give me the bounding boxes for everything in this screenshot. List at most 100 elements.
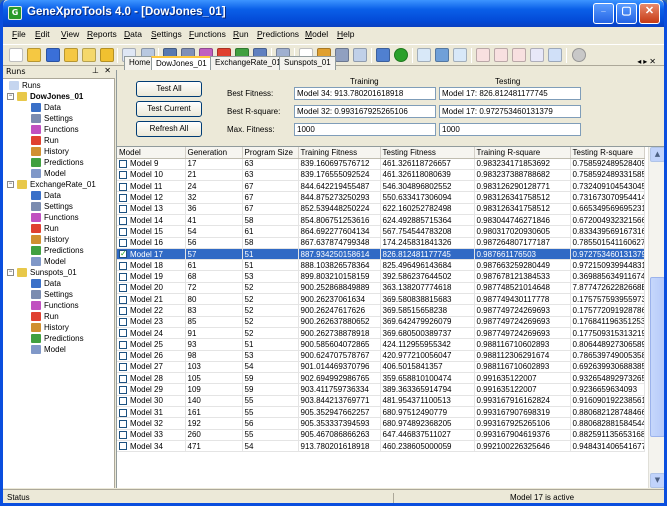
menu-file[interactable]: File bbox=[12, 29, 26, 39]
model-cell[interactable]: Model 12 bbox=[117, 191, 186, 204]
model-checkbox[interactable] bbox=[119, 239, 127, 248]
model-cell[interactable]: Model 15 bbox=[117, 225, 186, 238]
tree-item-run[interactable]: Run bbox=[31, 223, 59, 234]
table-row[interactable]: Model 25 93 51 900.585604072865 424.11295595… bbox=[117, 338, 645, 351]
menu-model[interactable]: Model bbox=[305, 29, 328, 39]
tree-root-runs[interactable]: Runs bbox=[9, 80, 41, 91]
tree-item-data[interactable]: Data bbox=[31, 190, 61, 201]
table-row[interactable]: Model 18 61 51 888.103826578364 825.49649614… bbox=[117, 259, 645, 272]
column-header[interactable]: Testing Fitness bbox=[380, 147, 475, 159]
tree-item-settings[interactable]: Settings bbox=[31, 289, 73, 300]
scroll-up-icon[interactable]: ▲ bbox=[650, 147, 664, 162]
model-cell[interactable]: Model 14 bbox=[117, 214, 186, 227]
tree-item-data[interactable]: Data bbox=[31, 278, 61, 289]
model-checkbox[interactable] bbox=[119, 295, 127, 304]
tree-item-settings[interactable]: Settings bbox=[31, 113, 73, 124]
test-all-button[interactable]: Test All bbox=[136, 81, 202, 97]
new-file-icon[interactable] bbox=[9, 48, 23, 62]
tree-item-functions[interactable]: Functions bbox=[31, 300, 79, 311]
tree-project[interactable]: DowJones_01 bbox=[17, 91, 83, 102]
table-row[interactable]: Model 20 72 52 900.252868849889 363.13820777… bbox=[117, 282, 645, 295]
model-cell[interactable]: Model 23 bbox=[117, 316, 186, 328]
table-row[interactable]: Model 22 83 52 900.26247617626 369.585156582… bbox=[117, 304, 645, 317]
menu-settings[interactable]: Settings bbox=[151, 29, 182, 39]
table-row[interactable]: Model 26 98 53 900.624707578767 420.97721005… bbox=[117, 350, 645, 362]
model-checkbox[interactable] bbox=[119, 216, 127, 225]
model-cell[interactable]: Model 16 bbox=[117, 237, 186, 249]
table-row[interactable]: Model 21 80 52 900.26237061634 369.580838815… bbox=[117, 293, 645, 306]
model-checkbox[interactable] bbox=[119, 205, 127, 214]
model-checkbox[interactable] bbox=[119, 442, 127, 451]
tree-item-history[interactable]: History bbox=[31, 234, 69, 245]
table-row[interactable]: Model 31 161 55 905.352947662257 680.9751249… bbox=[117, 406, 645, 419]
model-checkbox[interactable] bbox=[119, 397, 127, 406]
model-checkbox[interactable] bbox=[119, 227, 127, 236]
model-checkbox[interactable] bbox=[119, 261, 127, 270]
tree-collapse-icon[interactable]: − bbox=[7, 93, 14, 100]
menu-functions[interactable]: Functions bbox=[189, 29, 226, 39]
tree-item-run[interactable]: Run bbox=[31, 311, 59, 322]
table-row[interactable]: Model 12 32 67 844.875273250293 550.63341730… bbox=[117, 191, 645, 204]
model-checkbox[interactable] bbox=[119, 431, 127, 440]
model-checkbox[interactable] bbox=[119, 374, 127, 383]
model-checkbox[interactable] bbox=[119, 363, 127, 372]
model-checkbox[interactable] bbox=[119, 318, 127, 327]
model-checkbox[interactable] bbox=[119, 284, 127, 293]
scroll-down-icon[interactable]: ▼ bbox=[650, 473, 664, 488]
tree-item-model[interactable]: Model bbox=[31, 256, 66, 267]
tree-collapse-icon[interactable]: − bbox=[7, 269, 14, 276]
model-checkbox[interactable] bbox=[119, 419, 127, 428]
tab-sunspots[interactable]: Sunspots_01 bbox=[279, 56, 336, 70]
model-cell[interactable]: Model 27 bbox=[117, 361, 186, 374]
model-cell[interactable]: Model 30 bbox=[117, 395, 186, 408]
tree-item-functions[interactable]: Functions bbox=[31, 124, 79, 135]
pin-icon[interactable]: ⊥ bbox=[92, 66, 99, 75]
model-cell[interactable]: Model 19 bbox=[117, 270, 186, 283]
model-cell[interactable]: Model 17 bbox=[117, 248, 186, 261]
tree-item-model[interactable]: Model bbox=[31, 168, 66, 179]
tab-exchangerate[interactable]: ExchangeRate_01 bbox=[210, 56, 286, 70]
model-checkbox[interactable] bbox=[119, 182, 127, 191]
close-button[interactable]: ✕ bbox=[639, 3, 660, 24]
model-cell[interactable]: Model 20 bbox=[117, 282, 186, 295]
tree-item-history[interactable]: History bbox=[31, 322, 69, 333]
table-row[interactable]: Model 28 105 59 902.694992986765 359.6588101… bbox=[117, 372, 645, 385]
save-icon[interactable] bbox=[46, 48, 60, 62]
menu-help[interactable]: Help bbox=[337, 29, 354, 39]
model-cell[interactable]: Model 31 bbox=[117, 406, 186, 419]
tree-item-model[interactable]: Model bbox=[31, 344, 66, 355]
tab-navigation[interactable]: ◂▸✕ bbox=[637, 57, 658, 66]
column-header[interactable]: Training R-square bbox=[474, 147, 571, 159]
tab-dowjones[interactable]: DowJones_01 bbox=[151, 56, 212, 71]
tree-item-data[interactable]: Data bbox=[31, 102, 61, 113]
column-header[interactable]: Model bbox=[117, 147, 186, 159]
menu-edit[interactable]: Edit bbox=[35, 29, 50, 39]
model-cell[interactable]: Model 33 bbox=[117, 429, 186, 441]
table-row[interactable]: Model 24 91 52 900.262738878918 369.68050038… bbox=[117, 327, 645, 340]
model-checkbox[interactable] bbox=[119, 306, 127, 315]
model-cell[interactable]: Model 32 bbox=[117, 417, 186, 430]
panel-close-icon[interactable]: ✕ bbox=[104, 66, 111, 75]
table-row[interactable]: Model 11 24 67 844.642219455487 546.30489680… bbox=[117, 180, 645, 193]
menu-data[interactable]: Data bbox=[124, 29, 142, 39]
tree-item-functions[interactable]: Functions bbox=[31, 212, 79, 223]
model-cell[interactable]: Model 18 bbox=[117, 259, 186, 272]
title-bar[interactable]: G GeneXproTools 4.0 - [DowJones_01] _ ▢ … bbox=[3, 0, 664, 27]
scroll-thumb[interactable] bbox=[650, 277, 664, 437]
table-row[interactable]: Model 17 5751887.934250158614826.81248117… bbox=[117, 248, 645, 261]
model-cell[interactable]: Model 21 bbox=[117, 293, 186, 306]
model-cell[interactable]: Model 25 bbox=[117, 338, 186, 351]
model-checkbox[interactable] bbox=[119, 193, 127, 202]
table-row[interactable]: Model 10 21 63 839.176555092524 461.32611808… bbox=[117, 169, 645, 182]
model-cell[interactable]: Model 10 bbox=[117, 169, 186, 182]
column-header[interactable]: Generation bbox=[185, 147, 243, 159]
table-row[interactable]: Model 14 41 58 854.806751253616 624.49288571… bbox=[117, 214, 645, 227]
max-fitness-testing-field[interactable]: 1000 bbox=[439, 123, 581, 136]
model-checkbox[interactable] bbox=[119, 329, 127, 338]
table-row[interactable]: Model 23 85 52 900.262637880652 369.64247992… bbox=[117, 316, 645, 328]
model-checkbox[interactable] bbox=[119, 385, 127, 394]
test-current-button[interactable]: Test Current bbox=[136, 101, 202, 117]
table-row[interactable]: Model 29 109 59 903.411759736334 389.3633659… bbox=[117, 383, 645, 396]
tree-item-history[interactable]: History bbox=[31, 146, 69, 157]
model-cell[interactable]: Model 24 bbox=[117, 327, 186, 340]
